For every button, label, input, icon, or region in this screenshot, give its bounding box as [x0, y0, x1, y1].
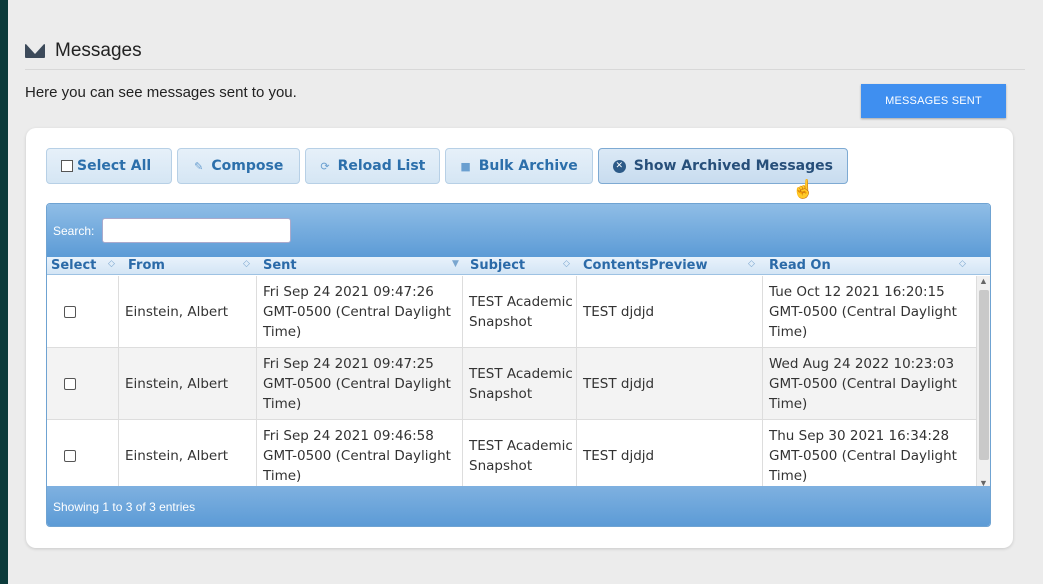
envelope-icon: [25, 44, 45, 58]
table-footer: Showing 1 to 3 of 3 entries: [47, 486, 990, 526]
messages-sent-button[interactable]: MESSAGES SENT: [861, 84, 1006, 118]
sort-desc-icon: ▼: [452, 259, 459, 269]
table-row[interactable]: Einstein, Albert Fri Sep 24 2021 09:46:5…: [47, 420, 977, 488]
show-archived-label: Show Archived Messages: [633, 158, 833, 174]
messages-table: Search: Select ◇ From ◇ Sent ▼ Subject ◇…: [46, 203, 991, 527]
column-header-read-on[interactable]: Read On: [769, 258, 831, 273]
column-header-select[interactable]: Select: [51, 258, 96, 273]
sort-icon: ◇: [959, 259, 966, 269]
table-row[interactable]: Einstein, Albert Fri Sep 24 2021 09:47:2…: [47, 348, 977, 420]
select-cell: [47, 348, 119, 420]
from-cell: Einstein, Albert: [119, 276, 257, 348]
row-checkbox[interactable]: [64, 306, 76, 318]
sent-cell: Fri Sep 24 2021 09:47:26 GMT-0500 (Centr…: [257, 276, 463, 348]
compose-label: Compose: [211, 158, 284, 174]
search-input[interactable]: [102, 218, 291, 243]
preview-cell: TEST djdjd: [577, 420, 763, 488]
hand-cursor-icon: ☝: [792, 179, 815, 199]
column-header-contents-preview[interactable]: ContentsPreview: [583, 258, 707, 273]
page: Messages Here you can see messages sent …: [8, 0, 1043, 584]
subject-cell: TEST Academic Snapshot: [463, 348, 577, 420]
close-circle-icon: ✕: [612, 159, 626, 173]
column-header-subject[interactable]: Subject: [470, 258, 525, 273]
bulk-archive-label: Bulk Archive: [478, 158, 578, 174]
table-header: Select ◇ From ◇ Sent ▼ Subject ◇ Content…: [47, 257, 990, 275]
read-on-cell: Tue Oct 12 2021 16:20:15 GMT-0500 (Centr…: [769, 284, 957, 340]
messages-card: Select All ✎ Compose ⟳ Reload List ■ Bul…: [26, 128, 1013, 548]
subject-cell: TEST Academic Snapshot: [463, 276, 577, 348]
from-cell: Einstein, Albert: [119, 348, 257, 420]
scrollbar-thumb[interactable]: [979, 290, 989, 460]
page-title: Messages: [55, 40, 142, 61]
row-checkbox[interactable]: [64, 450, 76, 462]
subject-cell: TEST Academic Snapshot: [463, 420, 577, 488]
row-checkbox[interactable]: [64, 378, 76, 390]
reload-list-label: Reload List: [337, 158, 426, 174]
sort-icon: ◇: [748, 259, 755, 269]
table-body: Einstein, Albert Fri Sep 24 2021 09:47:2…: [47, 276, 977, 488]
column-header-sent[interactable]: Sent: [263, 258, 297, 273]
select-all-button[interactable]: Select All: [46, 148, 173, 184]
divider: [25, 69, 1025, 70]
preview-cell: TEST djdjd: [577, 348, 763, 420]
sort-icon: ◇: [243, 259, 250, 269]
scroll-up-icon[interactable]: ▲: [979, 276, 988, 286]
sent-cell: Fri Sep 24 2021 09:47:25 GMT-0500 (Centr…: [257, 348, 463, 420]
bulk-archive-button[interactable]: ■ Bulk Archive: [445, 148, 593, 184]
table-scrollbar[interactable]: ▲ ▼: [976, 276, 990, 488]
table-row[interactable]: Einstein, Albert Fri Sep 24 2021 09:47:2…: [47, 276, 977, 348]
read-on-cell: Wed Aug 24 2022 10:23:03 GMT-0500 (Centr…: [769, 356, 957, 412]
search-label: Search:: [53, 224, 95, 238]
from-cell: Einstein, Albert: [119, 420, 257, 488]
intro-text: Here you can see messages sent to you.: [25, 84, 297, 101]
sent-cell: Fri Sep 24 2021 09:46:58 GMT-0500 (Centr…: [257, 420, 463, 488]
refresh-icon: ⟳: [320, 159, 330, 173]
pencil-icon: ✎: [194, 159, 204, 173]
folder-icon: ■: [460, 159, 471, 173]
select-cell: [47, 420, 119, 488]
select-cell: [47, 276, 119, 348]
sort-icon: ◇: [108, 259, 115, 269]
select-all-label: Select All: [77, 158, 152, 174]
toolbar: Select All ✎ Compose ⟳ Reload List ■ Bul…: [46, 148, 848, 184]
checkbox-icon: [61, 160, 73, 172]
column-header-from[interactable]: From: [128, 258, 165, 273]
read-on-cell: Thu Sep 30 2021 16:34:28 GMT-0500 (Centr…: [769, 428, 957, 484]
page-header: Messages: [25, 36, 142, 66]
compose-button[interactable]: ✎ Compose: [177, 148, 301, 184]
preview-cell: TEST djdjd: [577, 276, 763, 348]
sort-icon: ◇: [563, 259, 570, 269]
table-toolbar: Search:: [47, 204, 990, 257]
reload-list-button[interactable]: ⟳ Reload List: [305, 148, 441, 184]
